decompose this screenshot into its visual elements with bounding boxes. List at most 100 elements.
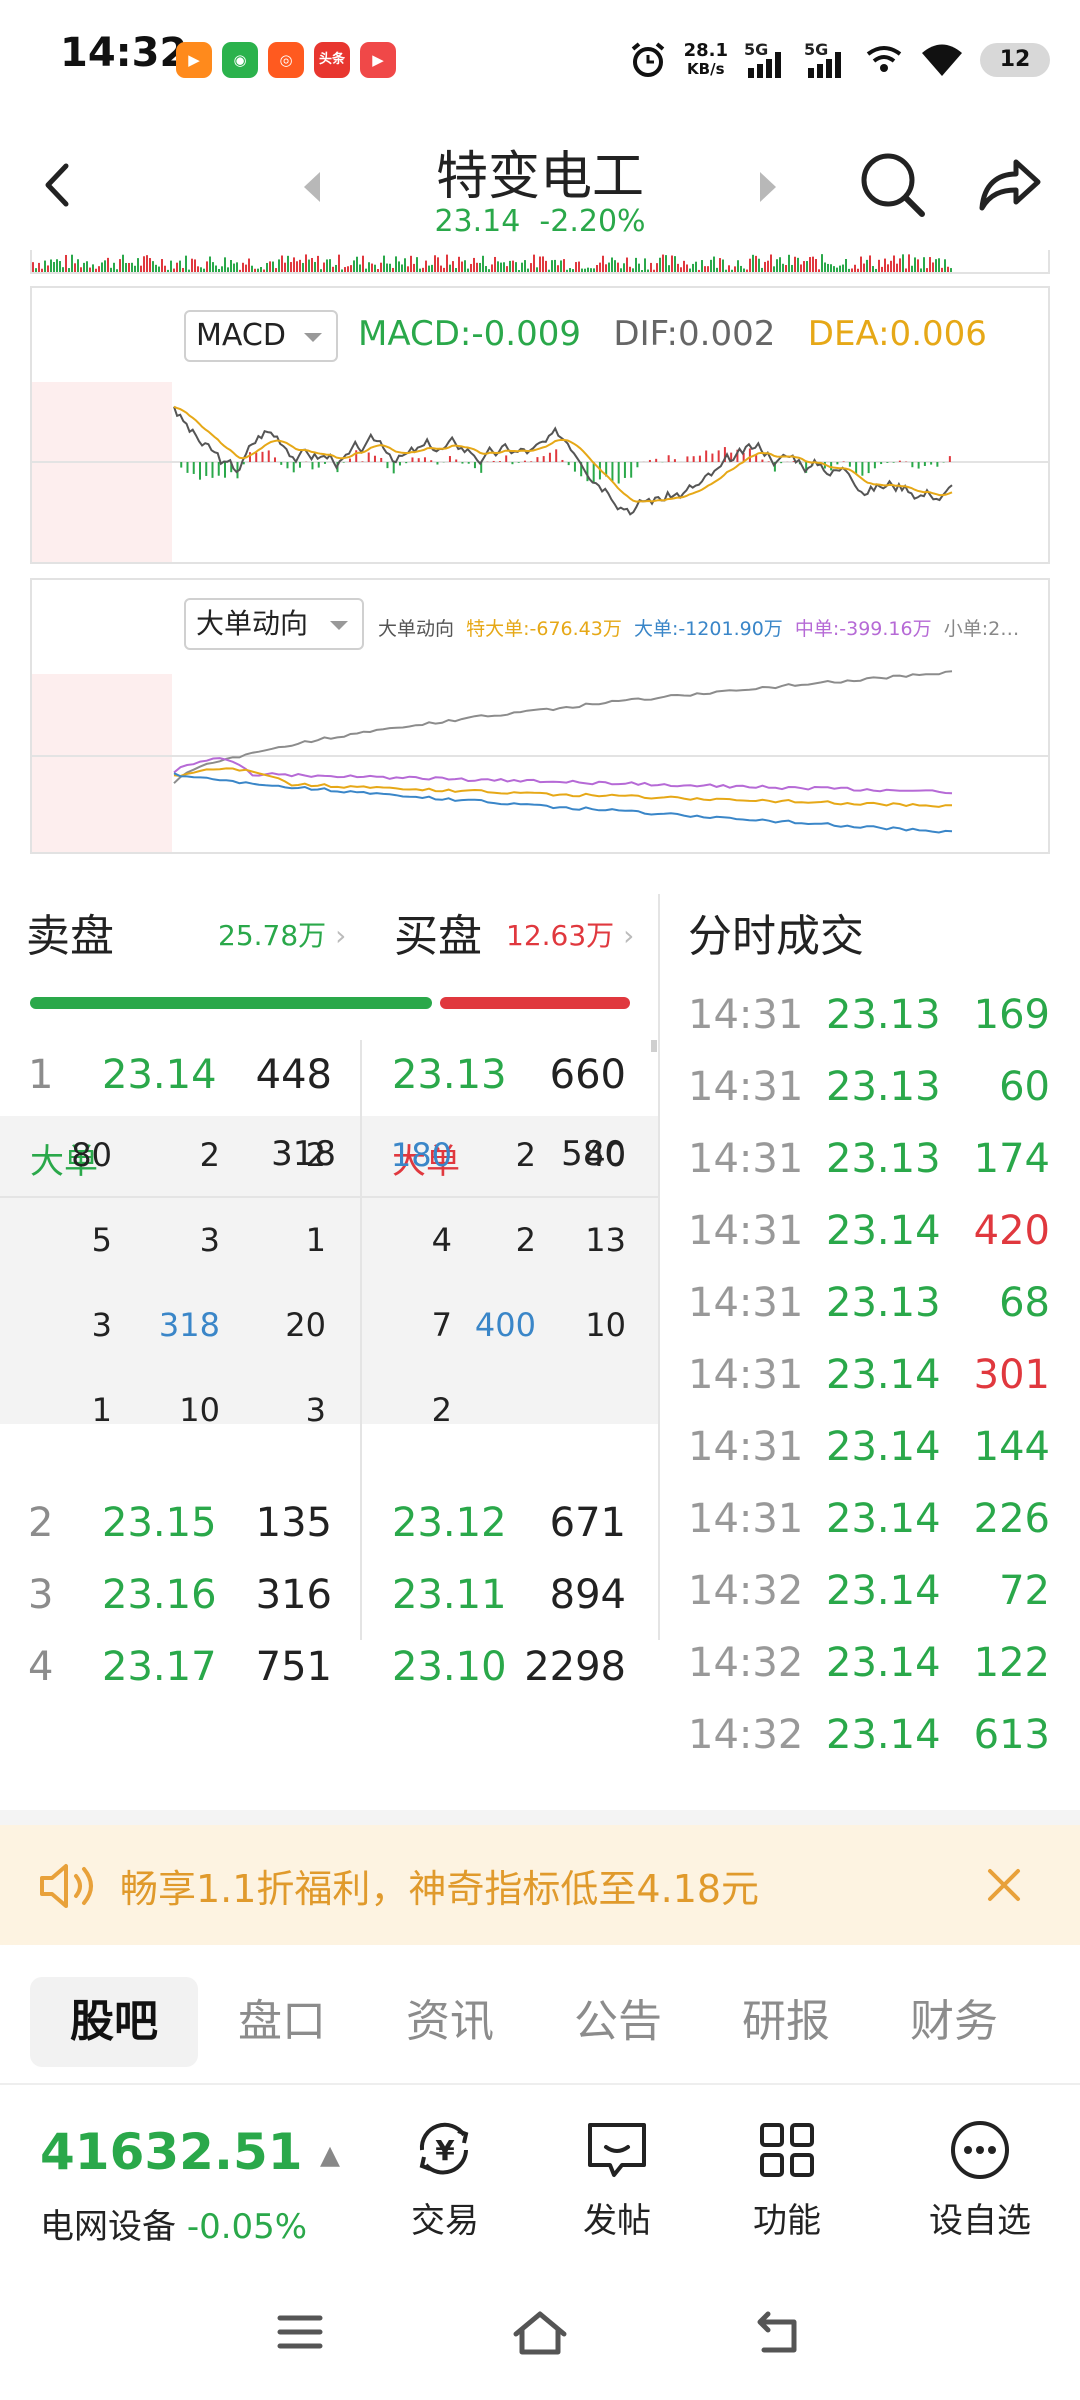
volume-bar — [551, 260, 553, 272]
tab-3[interactable]: 公告 — [534, 1977, 702, 2067]
tab-4[interactable]: 研报 — [702, 1977, 870, 2067]
sector-info[interactable]: 电网设备 -0.05% — [40, 2199, 307, 2248]
next-stock-icon[interactable] — [756, 170, 780, 204]
volume-bar — [74, 263, 76, 272]
volume-bar — [734, 266, 736, 272]
post-button[interactable]: 发帖 — [542, 2117, 692, 2242]
trade-row: 14:32 23.14 122 — [688, 1628, 1050, 1700]
scrollbar[interactable] — [651, 1040, 657, 1052]
big-order-cell: 400 — [474, 1306, 536, 1344]
search-icon[interactable] — [858, 150, 928, 220]
volume-bar — [71, 254, 73, 272]
tab-bar: 股吧 盘口 资讯 公告 研报 财务 — [0, 1945, 1080, 2085]
big-order-cell: 4 — [431, 1221, 452, 1259]
volume-bar — [386, 263, 388, 272]
tab-5[interactable]: 财务 — [870, 1977, 1038, 2067]
macd-histogram-bar — [667, 455, 670, 462]
close-icon[interactable] — [986, 1867, 1022, 1903]
volume-bar — [365, 268, 367, 272]
volume-bar — [443, 267, 445, 272]
big-order-cell: 318 — [158, 1306, 220, 1344]
volume-bar — [269, 261, 271, 272]
volume-bar — [290, 262, 292, 272]
sell-total[interactable]: 25.78万 › — [218, 914, 346, 954]
menu-icon[interactable] — [276, 2310, 324, 2354]
volume-bar — [920, 268, 922, 272]
macd-panel: MACD MACD:-0.009 DIF:0.002 DEA:0.006 — [30, 286, 1050, 564]
volume-bar — [377, 269, 379, 272]
macd-histogram-bar — [373, 455, 376, 462]
volume-bar — [566, 269, 568, 272]
volume-bars — [32, 254, 952, 272]
trade-price: 23.14 — [826, 1712, 941, 1758]
watchlist-button[interactable]: 设自选 — [900, 2117, 1060, 2242]
volume-bar — [791, 264, 793, 272]
volume-bar — [788, 254, 790, 272]
volume-bar — [668, 265, 670, 272]
functions-button[interactable]: 功能 — [712, 2117, 862, 2242]
volume-bar — [881, 266, 883, 272]
share-icon[interactable] — [976, 152, 1042, 218]
trade-volume: 420 — [973, 1208, 1050, 1254]
volume-bar — [545, 260, 547, 272]
volume-bar — [755, 255, 757, 272]
volume-bar — [704, 266, 706, 272]
macd-histogram-bar — [361, 461, 364, 462]
macd-histogram-bar — [386, 462, 389, 469]
big-order-cell: 2 — [199, 1136, 220, 1174]
macd-histogram-bar — [273, 457, 276, 462]
tab-0[interactable]: 股吧 — [30, 1977, 198, 2067]
tab-2[interactable]: 资讯 — [366, 1977, 534, 2067]
volume-bar — [224, 257, 226, 272]
volume-bar — [32, 262, 34, 272]
volume-bar — [605, 264, 607, 272]
macd-chart — [32, 405, 1048, 516]
home-icon[interactable] — [510, 2308, 570, 2358]
trade-time: 14:31 — [688, 1496, 804, 1542]
macd-histogram-bar — [761, 459, 764, 462]
macd-histogram-bar — [623, 462, 626, 478]
trade-price: 23.14 — [826, 1352, 941, 1398]
back-icon[interactable] — [754, 2310, 804, 2354]
volume-bar — [713, 256, 715, 272]
volume-bar — [602, 255, 604, 272]
trade-button[interactable]: ¥ 交易 — [370, 2117, 520, 2242]
dea-value: DEA:0.006 — [807, 314, 987, 354]
level-number: 3 — [28, 1572, 54, 1618]
volume-bar — [230, 260, 232, 272]
flow-selector[interactable]: 大单动向 — [184, 598, 364, 650]
chevron-right-icon: › — [335, 919, 347, 952]
small-order-line — [173, 670, 953, 784]
indicator-selector[interactable]: MACD — [184, 310, 338, 362]
macd-histogram-bar — [342, 462, 345, 463]
volume-bar — [158, 266, 160, 272]
status-bar: 14:32 ▶ ◉ ◎ 头条 ▶ 28.1 KB/s 5G 5G 12 — [0, 0, 1080, 120]
volume-bar — [167, 269, 169, 272]
volume-bar — [332, 266, 334, 272]
volume-bar — [485, 266, 487, 272]
volume-bar — [893, 255, 895, 272]
volume-bar — [806, 261, 808, 272]
volume-bar — [62, 267, 64, 272]
macd-histogram-bar — [923, 462, 926, 467]
volume-bar — [149, 258, 151, 272]
macd-histogram-bar — [298, 462, 301, 468]
trade-row: 14:31 23.13 60 — [688, 1052, 1050, 1124]
volume-bar — [536, 267, 538, 272]
buy-ratio-bar — [440, 997, 630, 1009]
watchlist-label: 设自选 — [929, 2201, 1031, 2241]
bid-volume: 894 — [549, 1572, 626, 1618]
volume-bar — [380, 262, 382, 272]
bid-volume: 660 — [549, 1052, 626, 1098]
sector-index[interactable]: 41632.51 ▲ — [40, 2123, 340, 2181]
promo-banner[interactable]: 畅享1.1折福利，神奇指标低至4.18元 — [0, 1825, 1080, 1945]
volume-bar — [203, 268, 205, 272]
volume-bar — [206, 261, 208, 272]
buy-total[interactable]: 12.63万 › — [506, 914, 634, 954]
battery-indicator: 12 — [980, 43, 1050, 77]
tab-1[interactable]: 盘口 — [198, 1977, 366, 2067]
volume-bar — [506, 266, 508, 272]
macd-histogram-bar — [430, 460, 433, 462]
volume-bar — [227, 267, 229, 272]
volume-bar — [503, 262, 505, 272]
